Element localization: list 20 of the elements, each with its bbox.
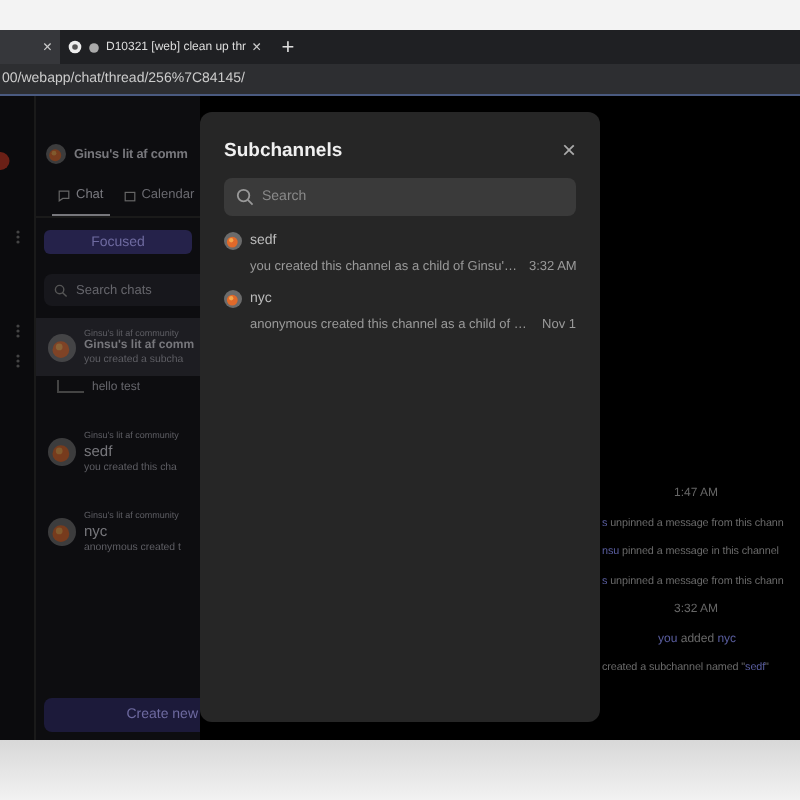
search-icon — [54, 283, 68, 297]
avatar-icon — [48, 438, 76, 466]
close-icon[interactable]: × — [252, 38, 262, 56]
avatar-icon[interactable] — [0, 152, 10, 170]
calendar-icon — [123, 189, 136, 201]
browser-tab[interactable]: × — [0, 30, 60, 64]
globe-icon — [68, 40, 82, 54]
avatar-icon — [224, 232, 242, 250]
modal-title: Subchannels — [224, 139, 343, 161]
avatar-icon — [224, 290, 242, 308]
search-icon — [236, 188, 254, 206]
avatar-icon — [46, 144, 66, 164]
close-icon[interactable]: × — [42, 38, 52, 56]
avatar-icon — [48, 518, 76, 546]
avatar-icon — [48, 333, 76, 361]
close-button[interactable]: × — [561, 138, 576, 162]
dot-icon — [88, 41, 100, 53]
new-tab-button[interactable]: + — [281, 35, 295, 59]
chat-icon — [58, 189, 70, 201]
thread-line-icon — [56, 380, 84, 396]
